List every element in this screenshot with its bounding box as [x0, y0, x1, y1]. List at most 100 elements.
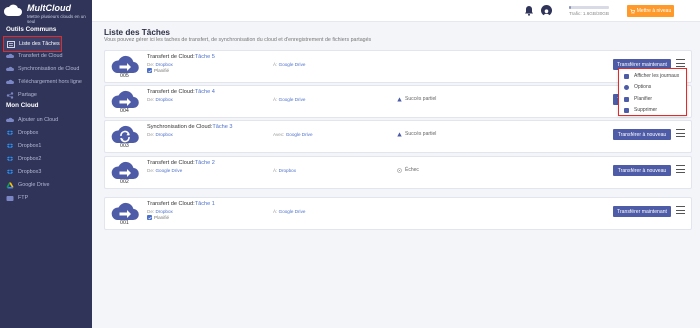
hamburger-menu-icon[interactable] — [676, 129, 685, 138]
menu-item-options[interactable]: Options — [624, 83, 651, 91]
dropbox-icon — [7, 156, 13, 161]
source-label: De: — [147, 97, 155, 102]
sidebar-item-dropbox[interactable]: Dropbox — [0, 127, 92, 139]
sidebar-item-offline-download[interactable]: Téléchargement hors ligne — [0, 76, 92, 88]
task-card: 002 Transfert de Cloud:Tâche 2 De: Google … — [104, 156, 692, 189]
sidebar-item-label: FTP — [18, 195, 29, 201]
task-status: Échec — [397, 167, 419, 173]
task-card: 003 Synchronisation de Cloud:Tâche 3 De: D… — [104, 120, 692, 153]
sidebar-item-dropbox1[interactable]: Dropbox1 — [0, 140, 92, 152]
upgrade-button[interactable]: Mettre à niveau — [627, 5, 674, 17]
menu-item-label: Afficher les journaux — [634, 73, 680, 79]
task-link[interactable]: Tâche 4 — [195, 89, 215, 95]
hamburger-menu-icon[interactable] — [676, 165, 685, 174]
schedule-icon — [624, 96, 629, 102]
sidebar-item-add-cloud[interactable]: Ajouter un Cloud — [0, 114, 92, 126]
log-icon — [624, 73, 629, 79]
sidebar-item-label: Téléchargement hors ligne — [18, 79, 82, 85]
sidebar-item-cloud-sync[interactable]: Synchronisation de Cloud — [0, 63, 92, 75]
destination-label: Avec: — [273, 132, 285, 137]
source-value: Dropbox — [155, 209, 173, 214]
sidebar-item-task-list[interactable]: Liste des Tâches — [4, 38, 60, 50]
task-card: 004 Transfert de Cloud:Tâche 4 De: Dropbox… — [104, 85, 692, 118]
menu-item-delete[interactable]: Supprimer — [624, 106, 657, 114]
task-action-button[interactable]: Transférer maintenant — [613, 206, 671, 217]
delete-icon — [624, 107, 629, 113]
task-number: 002 — [120, 179, 129, 185]
hamburger-menu-icon[interactable] — [676, 206, 685, 215]
planned-badge: Planifié — [147, 68, 169, 73]
task-name: Synchronisation de Cloud:Tâche 3 — [147, 124, 233, 130]
section-title-my-cloud: Mon Cloud — [6, 102, 39, 109]
destination-value: Google Drive — [278, 97, 306, 102]
task-status: Succès partiel — [397, 96, 436, 102]
page-title: Liste des Tâches — [104, 28, 170, 37]
checkbox-icon — [147, 215, 152, 220]
sidebar-item-label: Dropbox1 — [18, 143, 42, 149]
cloud-transfer-icon — [111, 55, 139, 74]
task-number: 004 — [120, 108, 129, 114]
source-label: De: — [147, 168, 155, 173]
task-source: De: Dropbox — [147, 97, 173, 102]
task-name: Transfert de Cloud:Tâche 2 — [147, 160, 215, 166]
sidebar-item-label: Liste des Tâches — [19, 41, 60, 47]
user-avatar-icon[interactable] — [541, 5, 552, 16]
hamburger-menu-icon[interactable] — [676, 59, 685, 68]
sidebar-item-ftp[interactable]: FTP — [0, 192, 92, 204]
multcloud-logo-icon — [3, 4, 22, 16]
sidebar-item-share[interactable]: Partage — [0, 89, 92, 101]
sidebar-item-google-drive[interactable]: Google Drive — [0, 179, 92, 191]
menu-item-view-logs[interactable]: Afficher les journaux — [624, 72, 679, 80]
task-action-button[interactable]: Transférer à nouveau — [613, 165, 671, 176]
destination-label: À: — [273, 62, 278, 67]
task-link[interactable]: Tâche 1 — [195, 201, 215, 207]
cloud-transfer-icon — [111, 202, 139, 221]
sidebar-item-label: Dropbox — [18, 130, 39, 136]
task-status: Succès partiel — [397, 131, 436, 137]
task-link[interactable]: Tâche 3 — [212, 124, 232, 130]
sidebar-item-dropbox2[interactable]: Dropbox2 — [0, 153, 92, 165]
task-link[interactable]: Tâche 2 — [195, 160, 215, 166]
add-cloud-icon — [6, 117, 14, 122]
dropbox-icon — [7, 130, 13, 135]
menu-item-schedule[interactable]: Planifier — [624, 95, 652, 103]
brand-tagline: Mettre plusieurs clouds en un seul — [27, 14, 86, 24]
cloud-transfer-icon — [111, 161, 139, 180]
sidebar-item-cloud-transfer[interactable]: Transfert de Cloud — [0, 50, 92, 62]
task-number: 005 — [120, 73, 129, 79]
warning-icon — [397, 131, 402, 136]
sidebar-item-label: Dropbox3 — [18, 169, 42, 175]
destination-value: Google Drive — [278, 209, 306, 214]
task-type: Transfert de Cloud: — [147, 160, 195, 166]
failure-icon — [397, 167, 402, 173]
task-destination: À: Dropbox — [273, 168, 296, 173]
sidebar-item-label: Google Drive — [18, 182, 50, 188]
menu-item-label: Planifier — [634, 96, 653, 102]
destination-value: Google Drive — [285, 132, 313, 137]
task-action-button[interactable]: Transférer à nouveau — [613, 129, 671, 140]
task-list-icon — [7, 40, 15, 48]
share-icon — [6, 91, 14, 99]
section-title-common-tools: Outils Communs — [6, 26, 57, 33]
task-type: Transfert de Cloud: — [147, 201, 195, 207]
menu-item-label: Supprimer — [634, 107, 658, 113]
destination-label: À: — [273, 97, 278, 102]
cloud-sync-icon — [111, 125, 139, 144]
status-label: Échec — [405, 167, 419, 173]
sidebar-item-dropbox3[interactable]: Dropbox3 — [0, 166, 92, 178]
planned-badge: Planifié — [147, 215, 169, 220]
sidebar-item-label: Transfert de Cloud — [18, 53, 63, 59]
destination-value: Dropbox — [278, 168, 296, 173]
task-destination: À: Google Drive — [273, 97, 305, 102]
task-source: De: Dropbox — [147, 62, 173, 67]
task-link[interactable]: Tâche 5 — [195, 54, 215, 60]
bell-icon[interactable] — [524, 5, 534, 16]
status-label: Succès partiel — [405, 96, 437, 102]
source-label: De: — [147, 209, 155, 214]
options-icon — [624, 84, 629, 90]
task-type: Synchronisation de Cloud: — [147, 124, 213, 130]
dropbox-icon — [7, 143, 13, 148]
brand-logo[interactable]: MultCloud Mettre plusieurs clouds en un … — [3, 3, 89, 25]
sidebar: MultCloud Mettre plusieurs clouds en un … — [0, 0, 92, 328]
upgrade-label: Mettre à niveau — [636, 8, 672, 14]
